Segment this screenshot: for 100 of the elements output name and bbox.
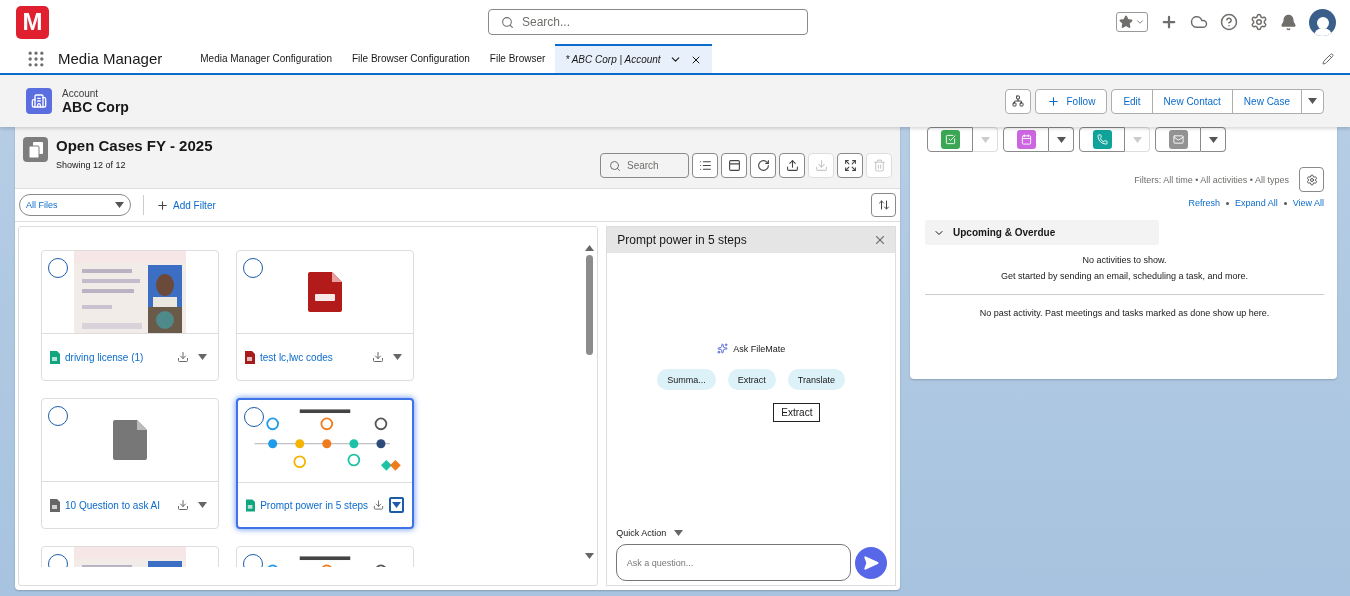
star-icon (1119, 15, 1133, 29)
scrollbar-thumb[interactable] (585, 255, 593, 355)
cloud-icon[interactable] (1190, 13, 1208, 31)
record-type: Account (62, 87, 100, 99)
download-icon[interactable] (177, 351, 189, 363)
scroll-up-icon[interactable] (584, 245, 594, 251)
add-icon[interactable] (1160, 13, 1178, 31)
select-checkbox[interactable] (48, 406, 68, 426)
panel-title: Open Cases FY - 2025 (56, 137, 213, 154)
plus-icon (156, 198, 169, 212)
file-name-link[interactable]: driving license (1) (65, 351, 172, 363)
download-icon[interactable] (373, 499, 384, 511)
hierarchy-button[interactable] (1005, 88, 1032, 114)
more-actions-button[interactable] (1301, 88, 1324, 114)
tooltip: Extract (773, 403, 821, 422)
empty-message: No past activity. Past meetings and tasks marked as done show up here. (978, 308, 1271, 318)
caret-icon (1132, 136, 1142, 143)
list-button[interactable] (692, 153, 718, 178)
file-name-link[interactable]: Prompt power in 5 steps (260, 499, 368, 511)
action-button[interactable]: New Contact (1151, 88, 1233, 114)
send-button[interactable] (854, 546, 887, 579)
nav-tab[interactable]: Media Manager Configuration (190, 44, 342, 73)
email-button[interactable] (1155, 127, 1201, 152)
app-name: Media Manager (58, 50, 163, 67)
sort-button[interactable] (871, 193, 896, 217)
favorites-button[interactable] (1116, 12, 1148, 32)
action-button[interactable]: Edit (1111, 88, 1153, 114)
file-menu-button[interactable] (389, 497, 404, 513)
quick-prompt-chip[interactable]: Summa... (657, 369, 716, 390)
sparkle-icon (717, 343, 729, 354)
scroll-down-icon[interactable] (584, 553, 594, 559)
dropdown-button[interactable] (1049, 127, 1074, 152)
user-avatar[interactable] (1309, 8, 1336, 36)
caret-icon (197, 354, 207, 360)
edit-icon[interactable] (1322, 52, 1334, 65)
select-checkbox[interactable] (243, 258, 263, 278)
hierarchy-icon (1012, 95, 1025, 107)
quick-action-label[interactable]: Quick Action (616, 528, 667, 538)
section-header[interactable]: Upcoming & Overdue (925, 220, 1159, 245)
caret-icon (392, 354, 402, 360)
file-card[interactable]: test lc,lwc codes (236, 250, 414, 381)
settings-icon (1305, 173, 1318, 186)
gallery-button[interactable] (721, 153, 747, 178)
download-icon[interactable] (177, 499, 189, 511)
notifications-icon[interactable] (1280, 13, 1297, 31)
add-filter-button[interactable]: Add Filter (156, 198, 216, 212)
send-icon (862, 554, 879, 571)
action-button[interactable]: New Case (1231, 88, 1302, 114)
sort-icon (877, 199, 890, 211)
file-name-link[interactable]: test lc,lwc codes (260, 351, 367, 363)
file-type-icon (50, 350, 60, 364)
activity-link[interactable]: View All (1292, 198, 1324, 208)
list-icon (698, 159, 712, 172)
dropdown-button[interactable] (1201, 127, 1226, 152)
file-card[interactable]: 10 Question to ask AI (41, 398, 219, 529)
question-field[interactable]: Ask a question... (615, 544, 851, 581)
chat-title: Prompt power in 5 steps (617, 233, 747, 247)
nav-tab[interactable]: File Browser Configuration (342, 44, 480, 73)
caret-icon (197, 502, 207, 508)
event-button[interactable] (1003, 127, 1049, 152)
expand-icon (843, 159, 857, 172)
activity-link[interactable]: Expand All (1235, 198, 1278, 208)
plus-icon (1047, 94, 1061, 108)
help-icon[interactable] (1220, 13, 1238, 31)
caret-icon (980, 136, 990, 143)
quick-prompt-chip[interactable]: Translate (787, 369, 845, 390)
file-count: Showing 12 of 12 (56, 160, 127, 170)
file-type-icon (50, 498, 60, 512)
app-logo[interactable]: M (16, 5, 49, 39)
call-button[interactable] (1079, 127, 1125, 152)
gallery-icon (727, 159, 741, 172)
file-card[interactable]: Prompt power in 5 steps (236, 398, 414, 529)
caret-icon (1308, 98, 1317, 104)
activity-link[interactable]: Refresh (1188, 198, 1221, 208)
global-search-field[interactable]: Search... (488, 9, 808, 35)
follow-button[interactable]: Follow (1035, 88, 1108, 114)
file-search-field[interactable]: Search (600, 153, 689, 178)
caret-icon (115, 202, 124, 208)
upload-icon (785, 159, 799, 172)
file-name-link[interactable]: 10 Question to ask AI (65, 499, 172, 511)
caret-icon[interactable] (674, 530, 684, 536)
upload-button[interactable] (779, 153, 805, 178)
search-icon (501, 15, 514, 29)
empty-message: Get started by sending an email, scheduling a task, and more. (999, 271, 1250, 281)
file-type-icon (245, 350, 255, 364)
quick-prompt-chip[interactable]: Extract (727, 369, 776, 390)
task-button[interactable] (927, 127, 973, 152)
search-icon (609, 159, 621, 172)
nav-tab[interactable]: File Browser (479, 44, 556, 73)
refresh-button[interactable] (750, 153, 776, 178)
download-icon[interactable] (372, 351, 384, 363)
expand-button[interactable] (837, 153, 863, 178)
file-card[interactable]: driving license (1) (41, 250, 219, 381)
refresh-icon (756, 159, 770, 172)
settings-icon[interactable] (1250, 13, 1268, 31)
empty-message: No activities to show. (1081, 255, 1168, 265)
caret-icon (392, 502, 401, 508)
settings-button[interactable] (1299, 167, 1324, 192)
nav-tab[interactable]: * ABC Corp | Account (555, 44, 712, 73)
select-checkbox[interactable] (48, 258, 68, 278)
